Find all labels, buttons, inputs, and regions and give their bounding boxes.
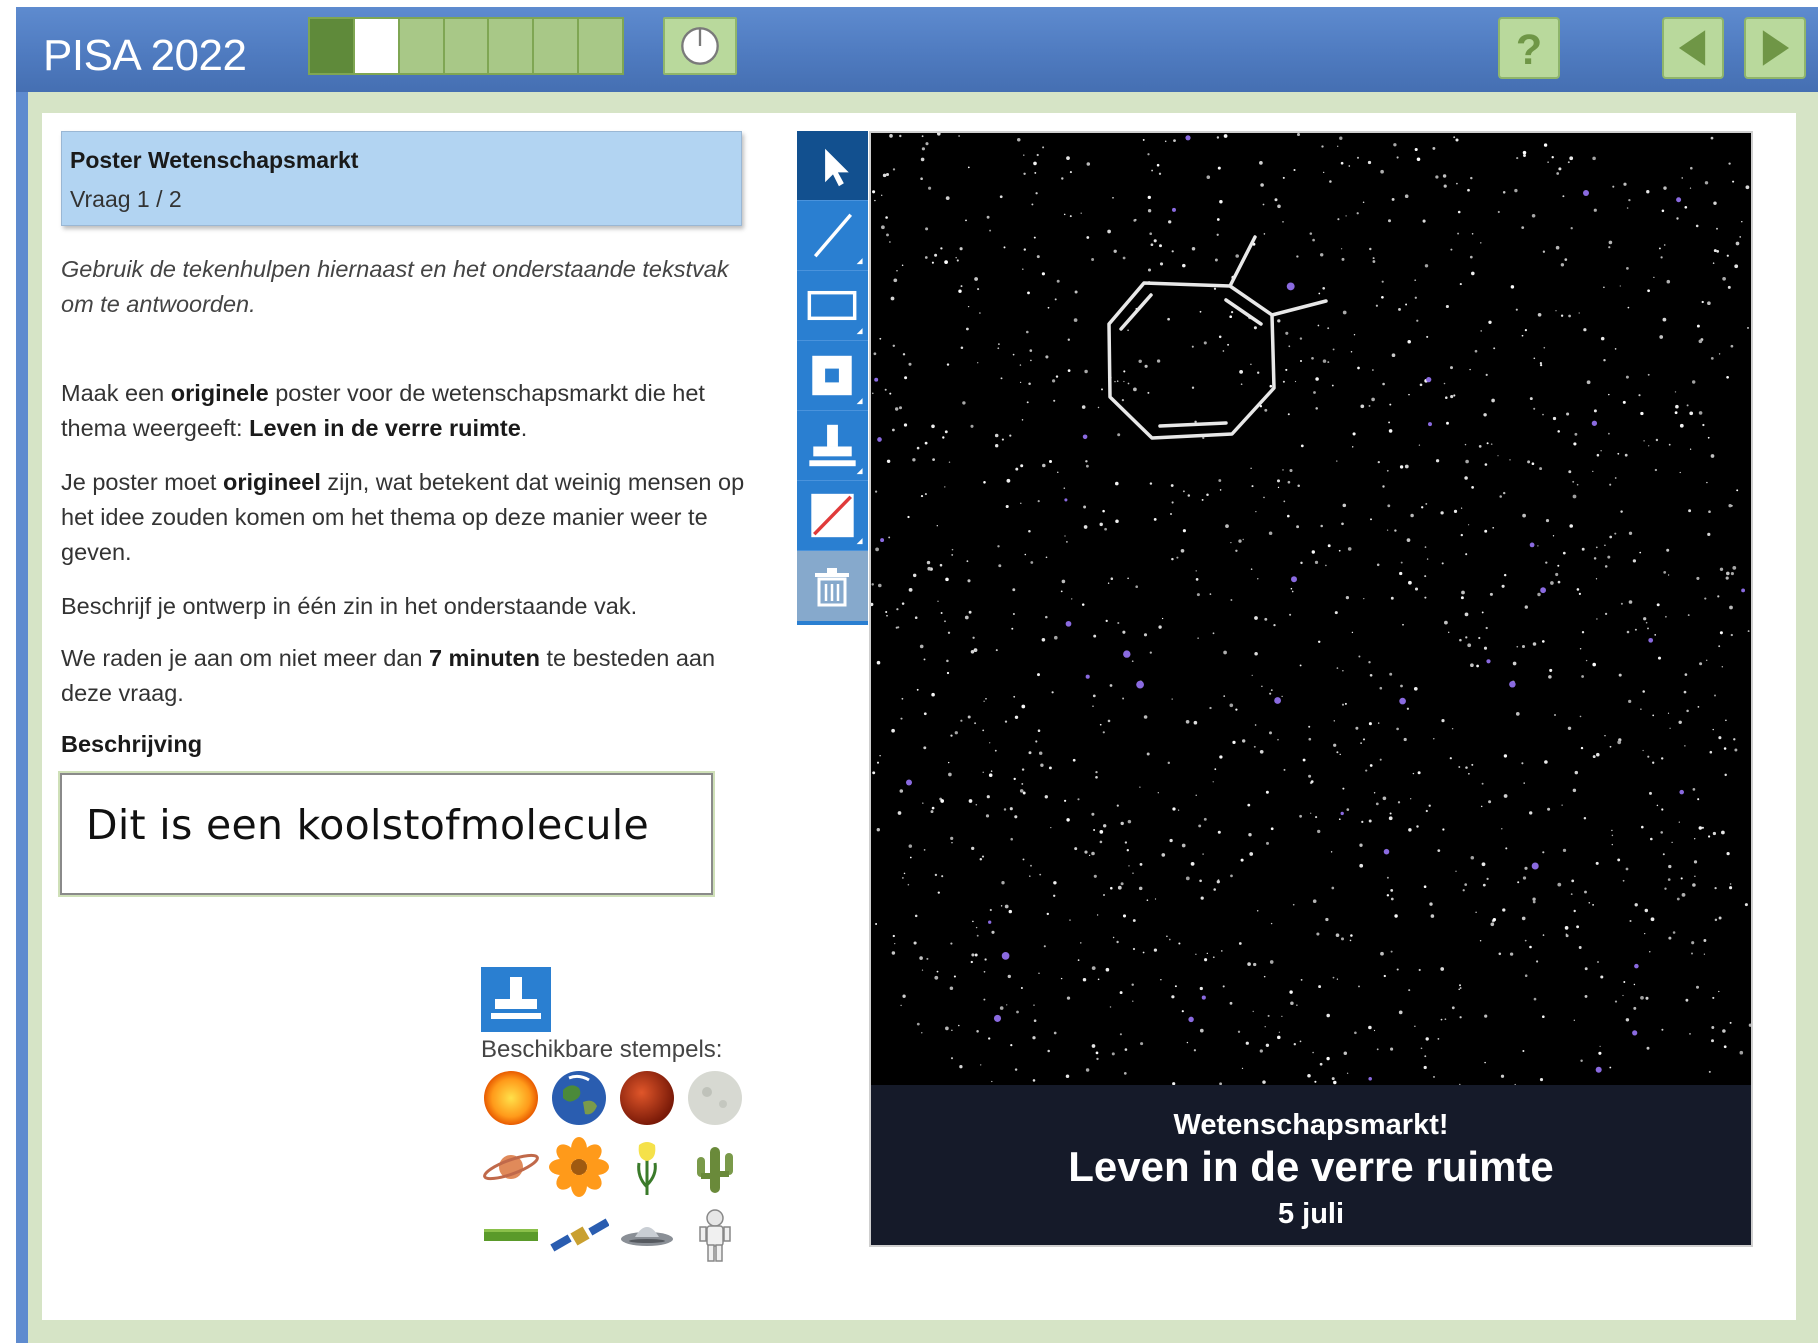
cactus-icon xyxy=(697,1147,733,1193)
tulip-icon xyxy=(637,1142,657,1195)
progress-segment xyxy=(399,19,445,73)
earth-icon xyxy=(552,1071,606,1125)
filled-square-tool[interactable] xyxy=(797,341,868,411)
progress-segment xyxy=(534,19,580,73)
drawing-toolbar xyxy=(797,131,868,625)
select-tool[interactable] xyxy=(797,131,868,201)
rectangle-icon xyxy=(807,290,863,335)
paragraph-original: Je poster moet origineel zijn, wat betek… xyxy=(61,469,745,565)
instructions-text: Gebruik de tekenhulpen hiernaast en het … xyxy=(61,256,729,317)
eraser-tool[interactable] xyxy=(797,481,868,551)
molecule-drawing xyxy=(1107,235,1328,440)
progress-indicator xyxy=(308,17,624,75)
poster-banner: Wetenschapsmarkt! Leven in de verre ruim… xyxy=(871,1085,1751,1245)
moon-stamp[interactable] xyxy=(685,1068,745,1128)
arrow-right-icon xyxy=(1762,30,1790,66)
next-button[interactable] xyxy=(1744,17,1806,79)
rectangle-tool[interactable] xyxy=(797,271,868,341)
top-bar: PISA 2022 ? xyxy=(16,7,1818,92)
filled-square-icon xyxy=(812,355,863,405)
grass-stamp[interactable] xyxy=(481,1205,541,1265)
line-tool[interactable] xyxy=(797,201,868,271)
cactus-stamp[interactable] xyxy=(685,1137,745,1197)
stamps-label: Beschikbare stempels: xyxy=(481,1036,723,1063)
ufo-stamp[interactable] xyxy=(617,1205,677,1265)
progress-segment xyxy=(579,19,623,73)
sun-icon xyxy=(484,1071,538,1125)
moon-icon xyxy=(688,1071,742,1125)
paragraph-describe: Beschrijf je ontwerp in één zin in het o… xyxy=(61,593,638,619)
satellite-stamp[interactable] xyxy=(549,1205,610,1265)
sun-stamp[interactable] xyxy=(481,1068,541,1128)
help-button[interactable]: ? xyxy=(1498,17,1560,79)
mars-stamp[interactable] xyxy=(617,1068,677,1128)
earth-stamp[interactable] xyxy=(549,1068,609,1128)
description-input[interactable]: Dit is een koolstofmolecule xyxy=(58,771,715,897)
timer-icon xyxy=(681,27,719,65)
stamp-tool[interactable] xyxy=(797,411,868,481)
astronaut-stamp[interactable] xyxy=(685,1205,745,1265)
description-value: Dit is een koolstofmolecule xyxy=(86,801,650,849)
svg-text:?: ? xyxy=(1516,26,1542,74)
stamp-icon xyxy=(491,977,541,1019)
question-mark-icon: ? xyxy=(1516,26,1542,74)
app-title: PISA 2022 xyxy=(43,31,247,80)
stamp-icon xyxy=(809,424,863,475)
banner-heading: Wetenschapsmarkt! xyxy=(1173,1109,1449,1141)
astronaut-icon xyxy=(699,1209,731,1262)
timer-button[interactable] xyxy=(663,17,737,75)
progress-segment-current xyxy=(354,19,400,73)
trash-icon xyxy=(815,568,849,607)
question-counter: Vraag 1 / 2 xyxy=(70,186,182,212)
eraser-icon xyxy=(811,493,863,545)
flower-icon xyxy=(549,1137,609,1197)
select-arrow-icon xyxy=(825,148,849,187)
previous-button[interactable] xyxy=(1662,17,1724,79)
grass-icon xyxy=(484,1229,538,1241)
paragraph-task: Maak een originele poster voor de wetens… xyxy=(61,380,705,441)
mars-icon xyxy=(620,1071,674,1125)
satellite-icon xyxy=(550,1218,610,1252)
tulip-stamp[interactable] xyxy=(617,1137,677,1197)
progress-segment xyxy=(489,19,535,73)
stamp-tool-button[interactable] xyxy=(481,967,551,1032)
saturn-stamp[interactable] xyxy=(481,1137,541,1197)
flower-stamp[interactable] xyxy=(549,1137,609,1197)
banner-date: 5 juli xyxy=(1277,1198,1345,1230)
question-title: Poster Wetenschapsmarkt xyxy=(70,147,359,173)
paragraph-time: We raden je aan om niet meer dan 7 minut… xyxy=(61,645,716,706)
progress-segment xyxy=(444,19,490,73)
poster-canvas[interactable]: Wetenschapsmarkt! Leven in de verre ruim… xyxy=(869,131,1753,1247)
description-label: Beschrijving xyxy=(61,731,203,757)
ufo-icon xyxy=(621,1227,673,1246)
delete-tool[interactable] xyxy=(797,551,868,621)
saturn-icon xyxy=(483,1153,539,1181)
progress-segment xyxy=(310,19,355,73)
line-icon xyxy=(813,213,863,265)
question-card: Poster Wetenschapsmarkt Vraag 1 / 2 xyxy=(61,131,742,226)
arrow-left-icon xyxy=(1678,30,1706,66)
banner-title: Leven in de verre ruimte xyxy=(1068,1143,1554,1190)
